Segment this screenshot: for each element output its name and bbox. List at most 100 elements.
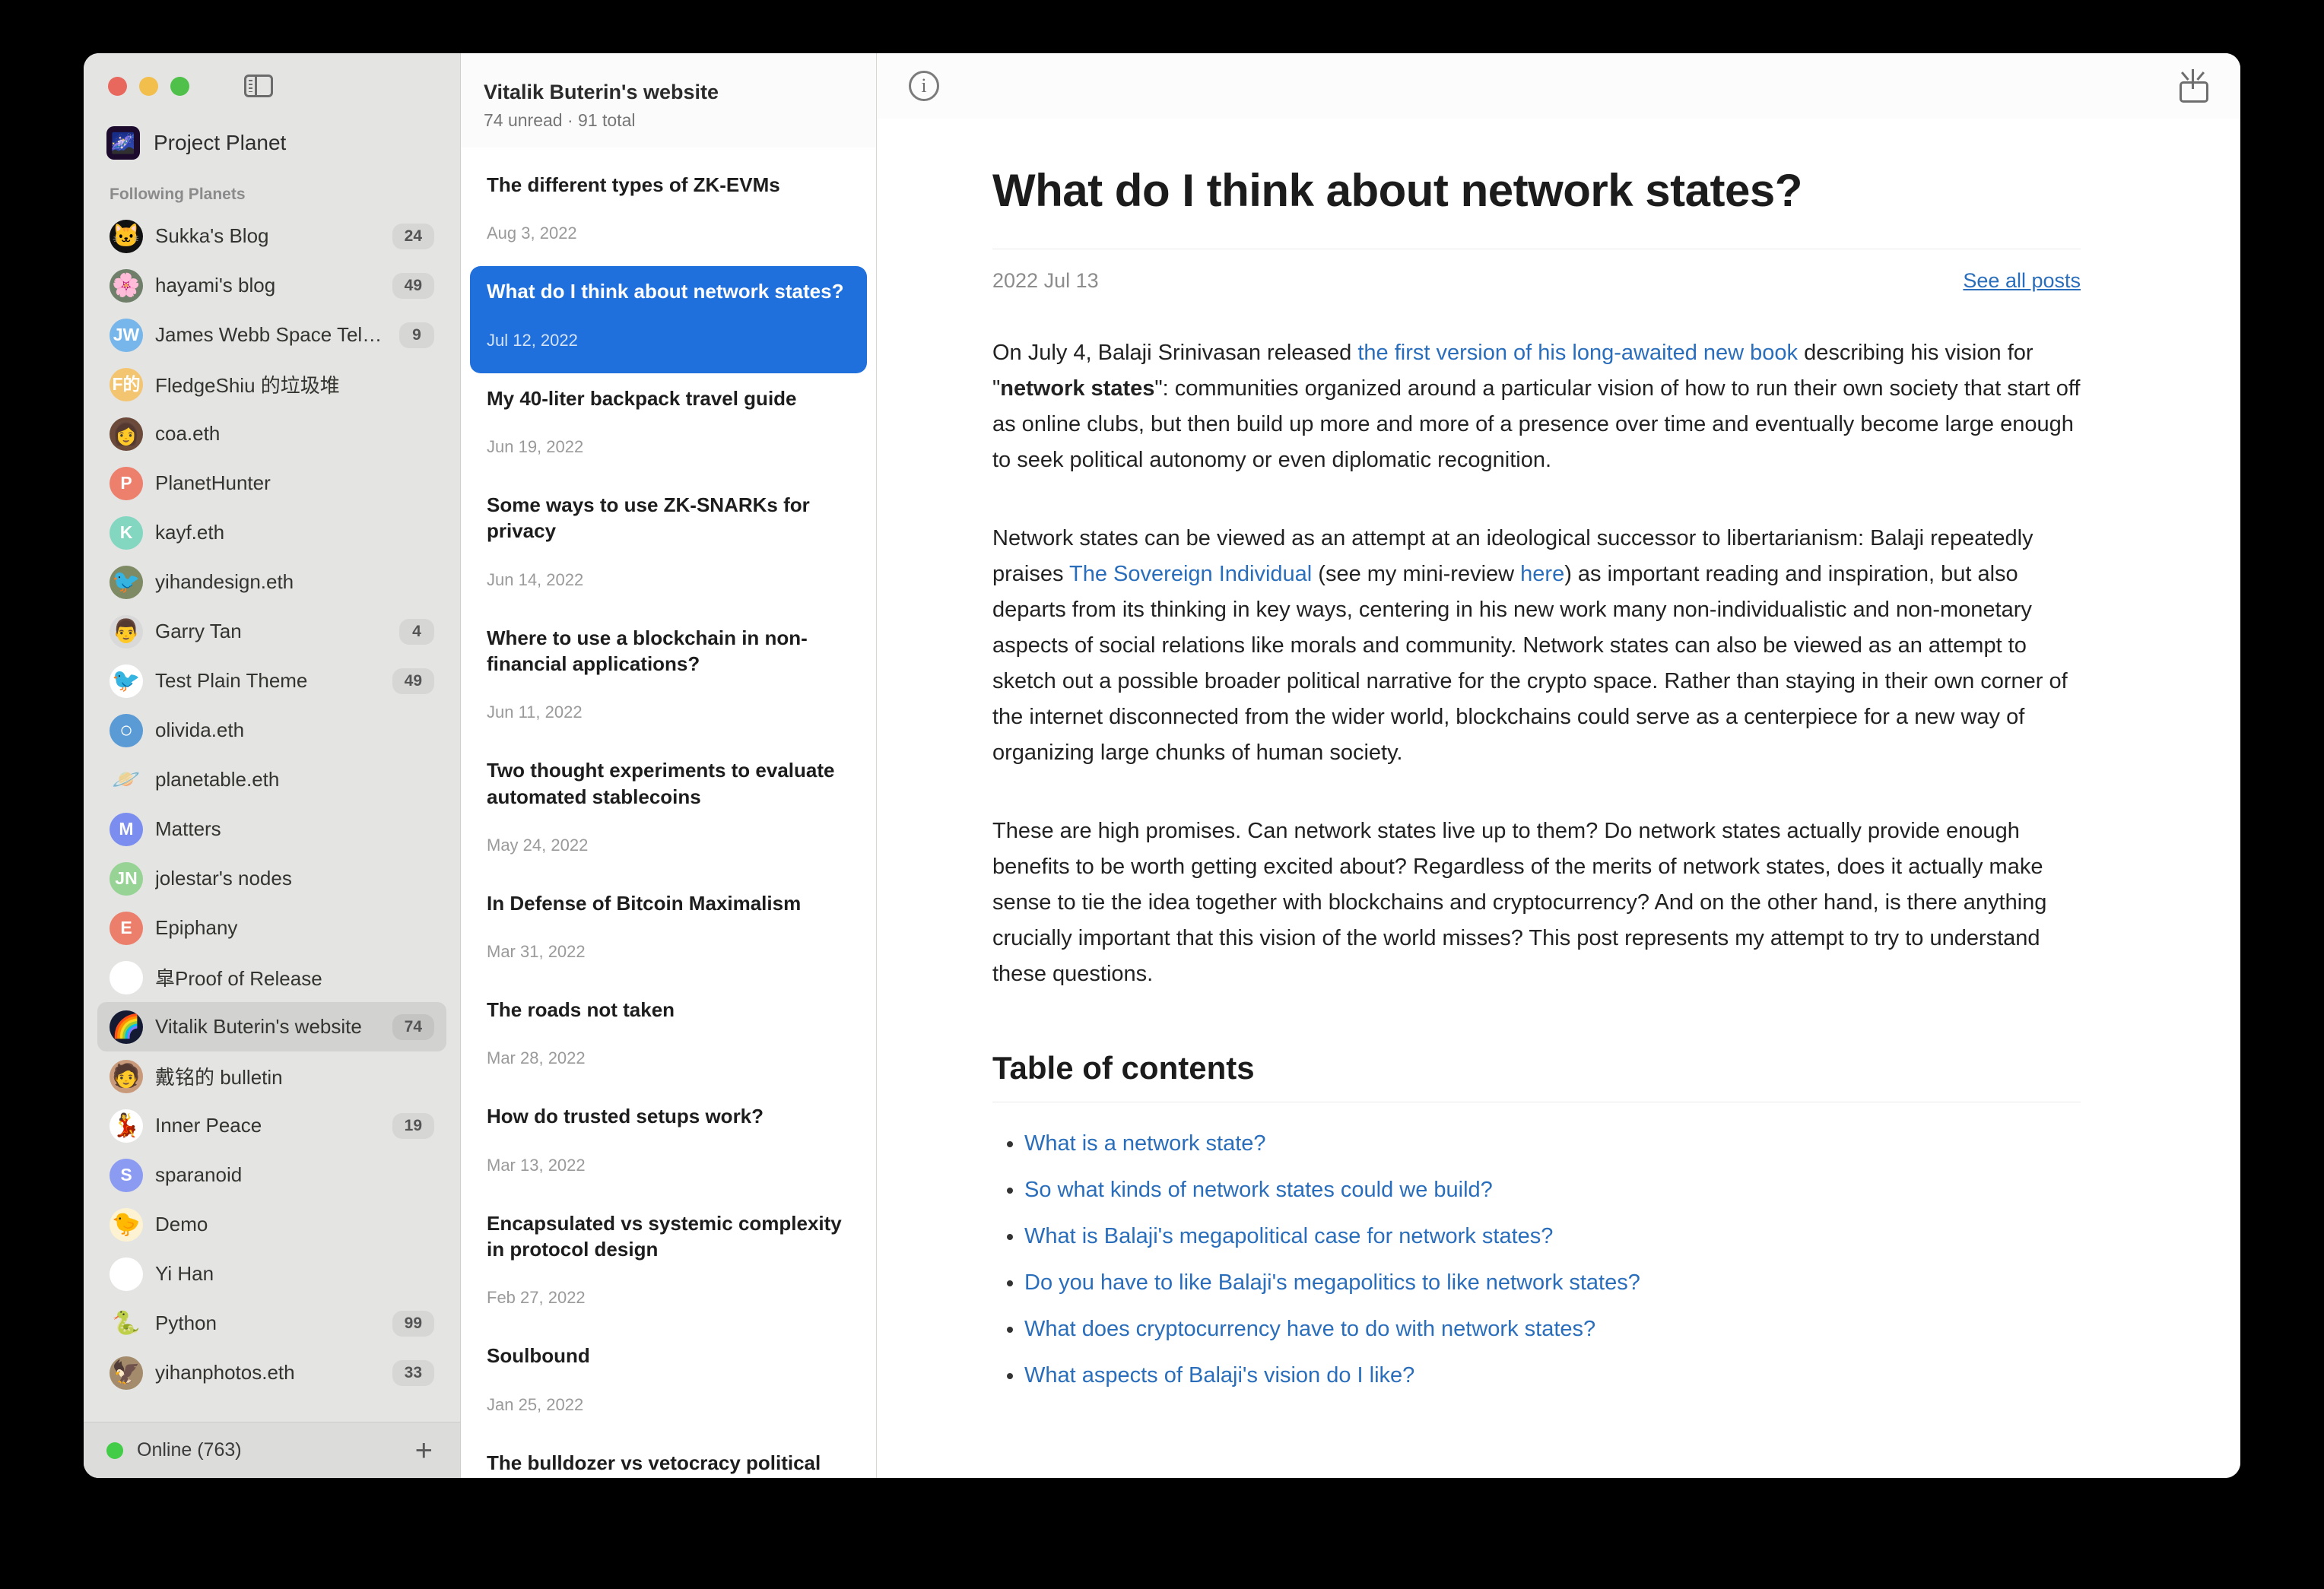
toc-link-2[interactable]: What is Balaji's megapolitical case for … (1024, 1224, 1553, 1248)
sidebar-item-19[interactable]: Ssparanoid (97, 1150, 446, 1200)
sidebar-item-label: Test Plain Theme (155, 669, 308, 692)
sidebar-item-10[interactable]: ○ olivida.eth (97, 706, 446, 755)
sidebar-item-label: olivida.eth (155, 718, 245, 741)
sidebar-item-21[interactable]: ⑂ Yi Han (97, 1249, 446, 1299)
article-body: On July 4, Balaji Srinivasan released th… (992, 335, 2081, 992)
avatar: F的 (110, 367, 143, 401)
sidebar-item-project-planet[interactable]: 🌌 Project Planet (84, 119, 460, 167)
toc-item: What is Balaji's megapolitical case for … (1024, 1224, 2081, 1249)
article-text: ": communities organized around a partic… (992, 376, 2081, 472)
sidebar-item-13[interactable]: JN jolestar's nodes (97, 854, 446, 903)
list-item[interactable]: In Defense of Bitcoin Maximalism Mar 31, … (470, 878, 867, 985)
sidebar-item-22[interactable]: 🐍 Python 99 (97, 1299, 446, 1348)
sidebar-item-23[interactable]: 🦅 yihanphotos.eth 33 (97, 1348, 446, 1397)
list-item-date: Jun 11, 2022 (487, 703, 583, 722)
article-paragraph-2: These are high promises. Can network sta… (992, 814, 2081, 992)
list-item-title: Soulbound (487, 1344, 590, 1368)
avatar: 🐍 (110, 1306, 143, 1340)
sidebar-item-4[interactable]: 👩 coa.eth (97, 409, 446, 458)
avatar: 👩 (110, 417, 143, 451)
sidebar-item-label: sparanoid (155, 1163, 243, 1186)
article-link[interactable]: here (1520, 562, 1564, 586)
sidebar-item-label: PlanetHunter (155, 471, 271, 494)
list-item[interactable]: The roads not taken Mar 28, 2022 (470, 985, 867, 1091)
sidebar-item-5[interactable]: P PlanetHunter (97, 458, 446, 508)
list-item-date: Feb 27, 2022 (487, 1288, 586, 1308)
sidebar-item-16[interactable]: 🌈 Vitalik Buterin's website 74 (97, 1002, 446, 1051)
list-item[interactable]: Two thought experiments to evaluate auto… (470, 745, 867, 878)
sidebar-item-2[interactable]: JW James Webb Space Tel… 9 (97, 310, 446, 360)
list-item[interactable]: Some ways to use ZK-SNARKs for privacy Ju… (470, 480, 867, 613)
avatar: 🦅 (110, 1356, 143, 1390)
toc-link-0[interactable]: What is a network state? (1024, 1131, 1266, 1156)
list-item-date: Jul 12, 2022 (487, 330, 578, 350)
toc-link-4[interactable]: What does cryptocurrency have to do with… (1024, 1317, 1595, 1341)
add-planet-button[interactable]: + (415, 1435, 433, 1466)
following-planets-list[interactable]: 🐱 Sukka's Blog 24 🌸 hayami's blog 49 JW James W… (84, 211, 460, 1422)
list-item[interactable]: My 40-liter backpack travel guide Jun 19,… (470, 373, 867, 480)
sidebar-item-14[interactable]: E Epiphany (97, 903, 446, 953)
share-icon[interactable] (2180, 69, 2208, 103)
list-item[interactable]: The different types of ZK-EVMs Aug 3, 202… (470, 152, 867, 266)
sidebar-item-8[interactable]: 👨 Garry Tan 4 (97, 607, 446, 656)
sidebar-item-6[interactable]: Kkayf.eth (97, 508, 446, 557)
sidebar-item-label: jolestar's nodes (155, 867, 292, 890)
list-item[interactable]: Soulbound Jan 25, 2022 (470, 1331, 867, 1437)
avatar: ⑂ (110, 1257, 143, 1291)
sidebar-item-label: Yi Han (155, 1262, 214, 1285)
sidebar-toggle-icon[interactable] (244, 75, 273, 97)
sidebar-item-label: hayami's blog (155, 274, 276, 297)
avatar: JN (110, 861, 143, 896)
article-text: These are high promises. Can network sta… (992, 818, 2047, 986)
unread-badge: 74 (392, 1013, 434, 1040)
sidebar-item-18[interactable]: 💃 Inner Peace 19 (97, 1101, 446, 1150)
article-bold: network states (1000, 376, 1155, 401)
list-item-date: Jun 14, 2022 (487, 569, 584, 589)
avatar: 🧑 (110, 1059, 143, 1093)
sidebar-item-20[interactable]: 🐤 Demo (97, 1200, 446, 1249)
toc-item: What aspects of Balaji's vision do I lik… (1024, 1363, 2081, 1388)
list-item-date: Jan 25, 2022 (487, 1394, 584, 1414)
list-item[interactable]: Encapsulated vs systemic complexity in p… (470, 1198, 867, 1331)
list-item[interactable]: Where to use a blockchain in non-financi… (470, 613, 867, 746)
toc-item: What does cryptocurrency have to do with… (1024, 1317, 2081, 1342)
sidebar-item-0[interactable]: 🐱 Sukka's Blog 24 (97, 211, 446, 261)
sidebar-item-11[interactable]: 🪐 planetable.eth (97, 755, 446, 804)
sidebar-item-15[interactable]: 皐皐Proof of Release (97, 953, 446, 1002)
sidebar-item-1[interactable]: 🌸 hayami's blog 49 (97, 261, 446, 310)
article-link[interactable]: The Sovereign Individual (1069, 562, 1312, 586)
list-item[interactable]: The bulldozer vs vetocracy political axi… (470, 1438, 867, 1478)
sidebar-item-3[interactable]: F的 FledgeShiu 的垃圾堆 (97, 360, 446, 409)
sidebar-item-label: kayf.eth (155, 521, 225, 544)
avatar: 皐 (110, 960, 143, 994)
avatar: 🐦 (110, 565, 143, 599)
minimize-button[interactable] (139, 76, 158, 96)
sidebar-item-9[interactable]: 🐦 Test Plain Theme 49 (97, 656, 446, 706)
unread-badge: 99 (392, 1310, 434, 1337)
list-item-title: The roads not taken (487, 998, 675, 1022)
toc-link-1[interactable]: So what kinds of network states could we… (1024, 1178, 1493, 1202)
table-of-contents[interactable]: What is a network state? So what kinds of… (992, 1131, 2081, 1388)
list-item[interactable]: What do I think about network states? Jul… (470, 266, 867, 373)
info-icon[interactable]: i (909, 71, 939, 101)
see-all-posts-link[interactable]: See all posts (1963, 269, 2081, 293)
avatar: E (110, 911, 143, 945)
sidebar-item-label: yihandesign.eth (155, 570, 294, 593)
list-item[interactable]: How do trusted setups work? Mar 13, 2022 (470, 1091, 867, 1197)
sidebar-item-17[interactable]: 🧑 戴铭的 bulletin (97, 1051, 446, 1101)
article-list[interactable]: The different types of ZK-EVMs Aug 3, 202… (461, 147, 876, 1478)
sidebar-item-label: Epiphany (155, 916, 238, 939)
planet-icon: 🌌 (106, 126, 140, 160)
sidebar-footer: Online (763) + (84, 1422, 460, 1478)
online-status-icon (106, 1442, 123, 1459)
list-item-title: Encapsulated vs systemic complexity in p… (487, 1211, 842, 1261)
sidebar-item-7[interactable]: 🐦 yihandesign.eth (97, 557, 446, 607)
sidebar-item-12[interactable]: M Matters (97, 804, 446, 854)
list-item-date: Aug 3, 2022 (487, 224, 577, 243)
close-button[interactable] (108, 76, 127, 96)
zoom-button[interactable] (170, 76, 189, 96)
unread-badge: 19 (392, 1112, 434, 1139)
toc-link-5[interactable]: What aspects of Balaji's vision do I lik… (1024, 1363, 1414, 1388)
article-link[interactable]: the first version of his long-awaited ne… (1357, 341, 1798, 365)
toc-link-3[interactable]: Do you have to like Balaji's megapolitic… (1024, 1270, 1640, 1295)
